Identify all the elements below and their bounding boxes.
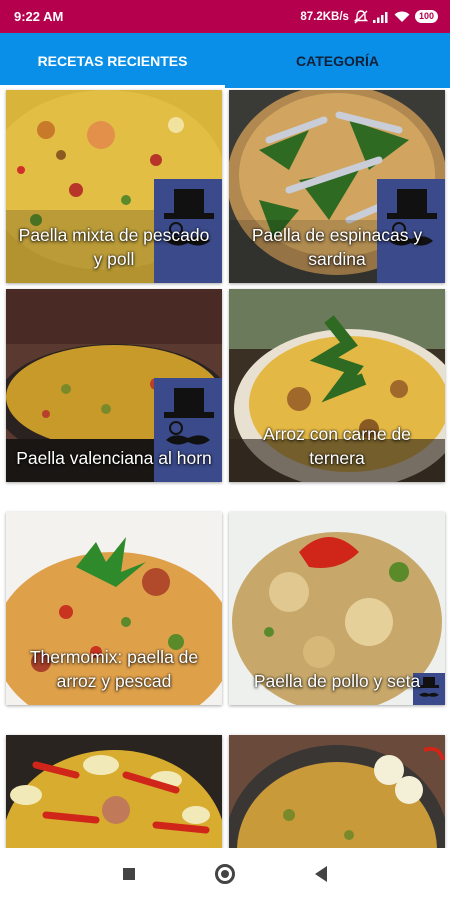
battery-icon: 100 bbox=[414, 10, 438, 23]
recipe-title: Paella de espinacas y sardina bbox=[251, 225, 423, 269]
status-icons: 87.2KB/s 100 bbox=[300, 9, 438, 24]
tab-label: RECETAS RECIENTES bbox=[37, 52, 188, 69]
recipe-card[interactable]: Paella valenciana al horn bbox=[6, 289, 222, 482]
recipe-grid[interactable]: Paella mixta de pescado y poll Paella de… bbox=[0, 88, 450, 848]
recipe-title: Arroz con carne de ternera bbox=[263, 424, 411, 468]
tab-bar: RECETAS RECIENTES CATEGORÍA bbox=[0, 33, 450, 88]
recipe-title: Thermomix: paella de arroz y pescad bbox=[29, 647, 199, 691]
recipe-photo bbox=[229, 735, 445, 848]
tab-label: CATEGORÍA bbox=[296, 52, 379, 69]
recipe-card[interactable]: Arroz con carne de ternera bbox=[229, 289, 445, 482]
signal-icon bbox=[372, 11, 389, 23]
recipe-card[interactable]: Paella de espinacas y sardina bbox=[229, 90, 445, 283]
wifi-icon bbox=[394, 11, 410, 23]
network-speed: 87.2KB/s bbox=[300, 10, 349, 23]
tab-recetas-recientes[interactable]: RECETAS RECIENTES bbox=[0, 33, 225, 88]
recipe-card[interactable]: Paella mixta de pescado y poll bbox=[6, 90, 222, 283]
recipe-card[interactable] bbox=[229, 735, 445, 848]
recent-apps-button[interactable] bbox=[123, 868, 135, 880]
tab-categoria[interactable]: CATEGORÍA bbox=[225, 33, 450, 88]
mute-icon bbox=[353, 9, 368, 24]
system-nav-bar bbox=[0, 848, 450, 900]
status-bar: 9:22 AM 87.2KB/s 100 bbox=[0, 0, 450, 33]
back-button[interactable] bbox=[315, 866, 327, 882]
recipe-photo bbox=[6, 735, 222, 848]
recipe-card[interactable]: Thermomix: paella de arroz y pescad bbox=[6, 512, 222, 705]
recipe-title: Paella de pollo y seta bbox=[253, 671, 421, 691]
recipe-title: Paella mixta de pescado y poll bbox=[18, 225, 210, 269]
home-button[interactable] bbox=[215, 864, 235, 884]
recipe-card[interactable]: Paella de pollo y seta bbox=[229, 512, 445, 705]
recipe-card[interactable] bbox=[6, 735, 222, 848]
recipe-title: Paella valenciana al horn bbox=[16, 448, 212, 468]
status-time: 9:22 AM bbox=[14, 9, 64, 24]
